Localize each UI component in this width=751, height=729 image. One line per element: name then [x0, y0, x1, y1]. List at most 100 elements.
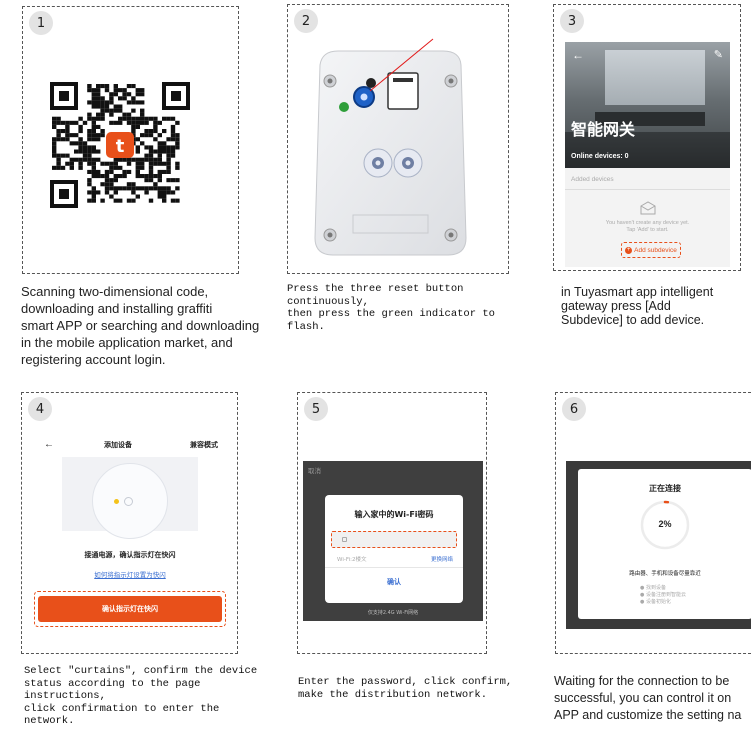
- qr-module: [148, 198, 154, 203]
- qr-module: [69, 141, 74, 146]
- qr-module: [157, 120, 162, 125]
- qr-module: [166, 186, 171, 191]
- qr-module: [118, 108, 123, 113]
- qr-module: [131, 108, 136, 113]
- plus-circle-icon: +: [625, 246, 633, 254]
- change-network-link[interactable]: 更换网络: [431, 555, 453, 563]
- qr-module: [126, 116, 132, 121]
- compat-mode-link[interactable]: 兼容模式: [190, 440, 218, 450]
- qr-module: [104, 186, 110, 191]
- wifi-password-dialog: 输入家中的Wi-Fi密码 Wi-Fi:2楼文 更换网络 确认: [325, 495, 463, 603]
- qr-module: [140, 161, 145, 166]
- qr-module: [113, 178, 118, 183]
- qr-module: [109, 96, 114, 101]
- qr-module: [144, 174, 149, 179]
- qr-module: [162, 161, 167, 166]
- qr-module: [175, 198, 180, 203]
- step-list-item: ● 设备初始化: [640, 599, 671, 605]
- qr-module: [170, 124, 176, 129]
- edit-icon[interactable]: ✎: [714, 48, 723, 61]
- qr-module: [140, 174, 145, 179]
- qr-module: [131, 157, 136, 162]
- qr-module: [126, 186, 132, 191]
- qr-module: [157, 153, 162, 158]
- qr-module: [131, 129, 136, 134]
- qr-module: [65, 133, 70, 138]
- step-2-number: 2: [294, 9, 318, 33]
- back-arrow-icon[interactable]: ←: [44, 439, 54, 450]
- qr-module: [144, 157, 149, 162]
- qr-module: [118, 88, 123, 93]
- qr-module: [87, 182, 92, 187]
- qr-module: [52, 116, 57, 121]
- qr-module: [78, 137, 83, 142]
- qr-module: [100, 198, 105, 203]
- qr-module: [157, 174, 162, 179]
- qr-module: [113, 92, 118, 97]
- qr-module: [135, 145, 140, 150]
- qr-module: [69, 133, 74, 138]
- qr-module: [122, 186, 127, 191]
- qr-module: [52, 141, 57, 146]
- cancel-link[interactable]: 取消: [308, 465, 321, 475]
- qr-module: [78, 149, 83, 154]
- qr-module: [96, 112, 101, 117]
- qr-module: [153, 186, 158, 191]
- qr-module: [157, 145, 162, 150]
- qr-module: [60, 120, 66, 125]
- qr-module: [100, 112, 105, 117]
- empty-box-icon: [640, 201, 656, 215]
- qr-code: t: [48, 80, 192, 210]
- qr-module: [122, 116, 127, 121]
- qr-module: [109, 108, 114, 113]
- qr-module: [65, 120, 70, 125]
- qr-module: [65, 137, 70, 142]
- qr-module: [166, 169, 171, 174]
- qr-module: [96, 92, 101, 97]
- qr-module: [91, 96, 96, 101]
- qr-module: [100, 104, 105, 109]
- qr-module: [82, 145, 88, 150]
- qr-module: [135, 124, 140, 129]
- add-subdevice-button[interactable]: + Add subdevice: [621, 242, 681, 258]
- app-screen-add-device: ← 添加设备 兼容模式 接通电源，确认指示灯在快闪 如何将指示灯设置为快闪 确认…: [34, 433, 226, 648]
- qr-module: [148, 174, 154, 179]
- qr-module: [140, 116, 145, 121]
- qr-module: [87, 88, 92, 93]
- qr-module: [96, 100, 101, 105]
- qr-module: [87, 116, 92, 121]
- qr-module: [96, 116, 101, 121]
- back-arrow-icon[interactable]: ←: [572, 48, 584, 62]
- help-link[interactable]: 如何将指示灯设置为快闪: [34, 569, 226, 579]
- qr-module: [122, 174, 127, 179]
- qr-module: [153, 149, 158, 154]
- step-list-item: ● 设备注册到智能云: [640, 592, 686, 598]
- confirm-flashing-button[interactable]: 确认指示灯在快闪: [38, 596, 222, 622]
- qr-module: [87, 153, 92, 158]
- qr-module: [65, 129, 70, 134]
- qr-module: [69, 157, 74, 162]
- qr-module: [153, 129, 158, 134]
- qr-module: [96, 169, 101, 174]
- qr-module: [56, 137, 61, 142]
- qr-module: [131, 124, 136, 129]
- qr-module: [96, 133, 101, 138]
- qr-module: [170, 153, 176, 158]
- qr-module: [153, 124, 158, 129]
- qr-module: [113, 120, 118, 125]
- app-screen-wifi-password: 取消 输入家中的Wi-Fi密码 Wi-Fi:2楼文 更换网络 确认 仅支持2.4…: [303, 461, 483, 621]
- qr-module: [148, 157, 154, 162]
- qr-module: [157, 194, 162, 199]
- qr-module: [56, 133, 61, 138]
- qr-module: [113, 161, 118, 166]
- qr-module: [170, 149, 176, 154]
- qr-module: [74, 157, 79, 162]
- qr-module: [157, 169, 162, 174]
- qr-module: [148, 169, 154, 174]
- qr-module: [109, 194, 114, 199]
- step-1-panel: 1 t: [22, 6, 239, 274]
- gateway-device-image: [314, 38, 467, 256]
- confirm-button[interactable]: 确认: [325, 577, 463, 587]
- qr-module: [56, 161, 61, 166]
- password-input[interactable]: [331, 531, 457, 548]
